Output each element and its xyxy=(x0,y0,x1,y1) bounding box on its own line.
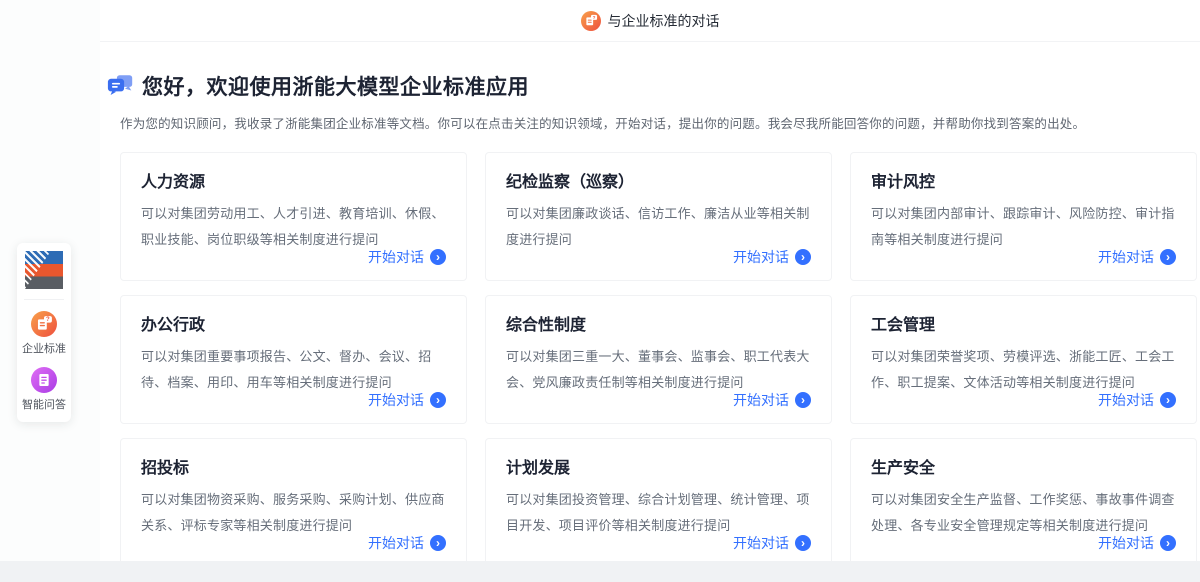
topic-card: 计划发展 可以对集团投资管理、综合计划管理、统计管理、项目开发、项目评价等相关制… xyxy=(485,438,832,567)
arrow-right-circle-icon: › xyxy=(430,392,446,408)
card-title: 纪检监察（巡察） xyxy=(506,168,811,192)
start-chat-button[interactable]: 开始对话 › xyxy=(1098,533,1176,553)
topic-card: 综合性制度 可以对集团三重一大、董事会、监事会、职工代表大会、党风廉政责任制等相… xyxy=(485,295,832,424)
topic-card: 生产安全 可以对集团安全生产监督、工作奖惩、事故事件调查处理、各专业安全管理规定… xyxy=(850,438,1197,567)
start-chat-label: 开始对话 xyxy=(733,247,789,267)
svg-text:?: ? xyxy=(46,317,50,323)
start-chat-button[interactable]: 开始对话 › xyxy=(368,390,446,410)
card-title: 计划发展 xyxy=(506,454,811,478)
topic-card: 办公行政 可以对集团重要事项报告、公文、督办、会议、招待、档案、用印、用车等相关… xyxy=(120,295,467,424)
start-chat-button[interactable]: 开始对话 › xyxy=(368,247,446,267)
card-title: 办公行政 xyxy=(141,311,446,335)
card-description: 可以对集团物资采购、服务采购、采购计划、供应商关系、评标专家等相关制度进行提问 xyxy=(141,487,446,539)
zheneng-stripes-logo xyxy=(25,251,63,289)
card-description: 可以对集团劳动用工、人才引进、教育培训、休假、职业技能、岗位职级等相关制度进行提… xyxy=(141,201,446,253)
topic-card: 纪检监察（巡察） 可以对集团廉政谈话、信访工作、廉洁从业等相关制度进行提问 开始… xyxy=(485,152,832,281)
card-description: 可以对集团荣誉奖项、劳模评选、浙能工匠、工会工作、职工提案、文体活动等相关制度进… xyxy=(871,344,1176,396)
sidebar-menu: ? 企业标准 xyxy=(17,243,71,422)
card-description: 可以对集团廉政谈话、信访工作、廉洁从业等相关制度进行提问 xyxy=(506,201,811,253)
topic-card: 审计风控 可以对集团内部审计、跟踪审计、风险防控、审计指南等相关制度进行提问 开… xyxy=(850,152,1197,281)
start-chat-button[interactable]: 开始对话 › xyxy=(733,533,811,553)
sidebar-item-smart-qa[interactable]: 智能问答 xyxy=(22,367,66,412)
topic-card: 招投标 可以对集团物资采购、服务采购、采购计划、供应商关系、评标专家等相关制度进… xyxy=(120,438,467,567)
svg-text:?: ? xyxy=(592,14,595,19)
start-chat-label: 开始对话 xyxy=(1098,390,1154,410)
main-area: ? 与企业标准的对话 您好，欢迎使用浙能大模型企业标准应用 xyxy=(100,0,1200,582)
welcome-title: 您好，欢迎使用浙能大模型企业标准应用 xyxy=(142,71,529,101)
start-chat-label: 开始对话 xyxy=(368,247,424,267)
start-chat-label: 开始对话 xyxy=(733,533,789,553)
arrow-right-circle-icon: › xyxy=(430,249,446,265)
left-rail: ? 企业标准 xyxy=(0,0,100,582)
card-title: 招投标 xyxy=(141,454,446,478)
arrow-right-circle-icon: › xyxy=(795,535,811,551)
card-title: 人力资源 xyxy=(141,168,446,192)
start-chat-label: 开始对话 xyxy=(1098,533,1154,553)
start-chat-label: 开始对话 xyxy=(1098,247,1154,267)
content-area: 您好，欢迎使用浙能大模型企业标准应用 作为您的知识顾问，我收录了浙能集团企业标准… xyxy=(100,42,1200,567)
arrow-right-circle-icon: › xyxy=(1160,535,1176,551)
page-title: 与企业标准的对话 xyxy=(608,11,720,31)
start-chat-label: 开始对话 xyxy=(368,533,424,553)
welcome-subtitle: 作为您的知识顾问，我收录了浙能集团企业标准等文档。你可以在点击关注的知识领域，开… xyxy=(120,113,1200,132)
chat-bubbles-icon xyxy=(107,74,134,98)
card-description: 可以对集团内部审计、跟踪审计、风险防控、审计指南等相关制度进行提问 xyxy=(871,201,1176,253)
start-chat-label: 开始对话 xyxy=(368,390,424,410)
start-chat-button[interactable]: 开始对话 › xyxy=(1098,390,1176,410)
card-description: 可以对集团三重一大、董事会、监事会、职工代表大会、党风廉政责任制等相关制度进行提… xyxy=(506,344,811,396)
card-description: 可以对集团投资管理、综合计划管理、统计管理、项目开发、项目评价等相关制度进行提问 xyxy=(506,487,811,539)
sidebar-item-label: 智能问答 xyxy=(22,396,66,412)
doc-chat-icon xyxy=(31,367,57,393)
bottom-strip xyxy=(0,561,1200,582)
start-chat-button[interactable]: 开始对话 › xyxy=(1098,247,1176,267)
card-title: 生产安全 xyxy=(871,454,1176,478)
arrow-right-circle-icon: › xyxy=(795,249,811,265)
sidebar-item-enterprise-standard[interactable]: ? 企业标准 xyxy=(22,311,66,356)
card-description: 可以对集团重要事项报告、公文、督办、会议、招待、档案、用印、用车等相关制度进行提… xyxy=(141,344,446,396)
doc-question-icon: ? xyxy=(581,11,601,31)
topic-card: 人力资源 可以对集团劳动用工、人才引进、教育培训、休假、职业技能、岗位职级等相关… xyxy=(120,152,467,281)
card-title: 审计风控 xyxy=(871,168,1176,192)
start-chat-button[interactable]: 开始对话 › xyxy=(733,247,811,267)
sidebar-divider xyxy=(24,299,64,300)
start-chat-button[interactable]: 开始对话 › xyxy=(368,533,446,553)
topic-card: 工会管理 可以对集团荣誉奖项、劳模评选、浙能工匠、工会工作、职工提案、文体活动等… xyxy=(850,295,1197,424)
arrow-right-circle-icon: › xyxy=(1160,249,1176,265)
card-grid: 人力资源 可以对集团劳动用工、人才引进、教育培训、休假、职业技能、岗位职级等相关… xyxy=(120,152,1200,567)
arrow-right-circle-icon: › xyxy=(430,535,446,551)
arrow-right-circle-icon: › xyxy=(795,392,811,408)
doc-question-icon: ? xyxy=(31,311,57,337)
start-chat-label: 开始对话 xyxy=(733,390,789,410)
card-title: 工会管理 xyxy=(871,311,1176,335)
card-title: 综合性制度 xyxy=(506,311,811,335)
card-description: 可以对集团安全生产监督、工作奖惩、事故事件调查处理、各专业安全管理规定等相关制度… xyxy=(871,487,1176,539)
arrow-right-circle-icon: › xyxy=(1160,392,1176,408)
welcome-header: 您好，欢迎使用浙能大模型企业标准应用 xyxy=(107,72,1200,100)
app-window: ? 企业标准 xyxy=(0,0,1200,582)
page-header: ? 与企业标准的对话 xyxy=(100,0,1200,42)
sidebar-item-label: 企业标准 xyxy=(22,340,66,356)
start-chat-button[interactable]: 开始对话 › xyxy=(733,390,811,410)
